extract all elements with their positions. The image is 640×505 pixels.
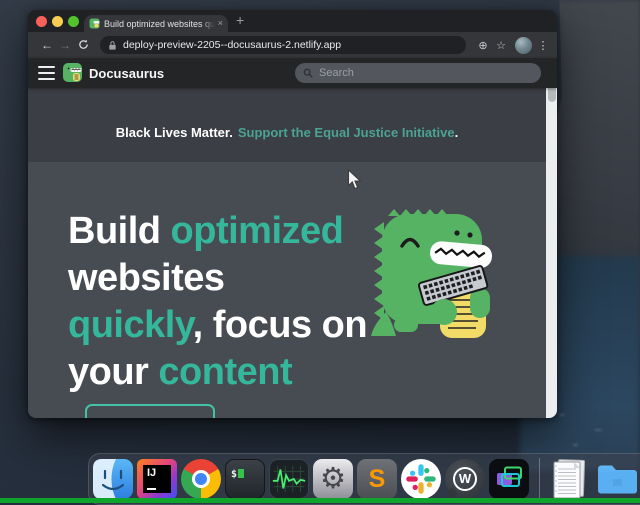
terminal-prompt: $ <box>231 469 237 480</box>
hero-text: websites <box>68 257 225 299</box>
search-placeholder: Search <box>319 67 354 79</box>
hero-get-started-button[interactable] <box>85 404 215 418</box>
hero-text-accent: content <box>158 351 292 393</box>
finder-icon <box>93 459 133 499</box>
docusaurus-favicon-icon <box>89 18 100 29</box>
hero-line-2: websites <box>68 255 367 302</box>
new-tab-button[interactable]: + <box>236 12 244 28</box>
dock-icon-chrome[interactable] <box>181 459 221 499</box>
intellij-inner: IJ <box>143 465 171 493</box>
displays-icon <box>489 459 529 499</box>
browser-toolbar: ← → deploy-preview-2205--docusaurus-2.ne… <box>28 32 557 58</box>
profile-avatar[interactable] <box>515 37 532 54</box>
hero-text: , focus on <box>193 304 367 346</box>
sublime-s-glyph: S <box>369 465 386 493</box>
hero-text-accent: optimized <box>171 210 344 252</box>
search-icon <box>303 68 313 78</box>
bookmark-star-icon[interactable]: ☆ <box>492 39 510 52</box>
gear-icon: ⚙ <box>320 463 346 495</box>
url-text: deploy-preview-2205--docusaurus-2.netlif… <box>123 39 341 51</box>
dock-icon-displays[interactable] <box>489 459 529 499</box>
terminal-cursor <box>238 469 244 478</box>
hero-text: Build <box>68 210 171 252</box>
dock-icon-sublime-text[interactable]: S <box>357 459 397 499</box>
gif-artifact-line <box>0 498 640 503</box>
zoom-level-icon[interactable]: ⊕ <box>474 39 492 52</box>
brand-title[interactable]: Docusaurus <box>89 66 164 81</box>
hero-text: your <box>68 351 158 393</box>
site-navbar: Docusaurus Search <box>28 58 557 88</box>
hamburger-menu-icon[interactable] <box>38 66 55 80</box>
page-content: Docusaurus Search Black Lives Matter. Su… <box>28 58 557 418</box>
chrome-menu-icon[interactable]: ⋮ <box>537 39 549 52</box>
close-window-button[interactable] <box>36 16 47 27</box>
lock-icon <box>108 40 117 51</box>
folder-icon <box>595 459 639 499</box>
docusaurus-dinosaur-illustration <box>368 204 496 338</box>
tab-strip: Build optimized websites quick × + <box>28 10 557 32</box>
dock-icon-terminal[interactable]: $ <box>225 459 265 499</box>
hero-text-accent: quickly <box>68 304 193 346</box>
browser-window: Build optimized websites quick × + ← → d… <box>28 10 557 418</box>
hero-line-4: your content <box>68 349 367 396</box>
hero-line-3: quickly, focus on <box>68 302 367 349</box>
intellij-underline <box>147 488 156 491</box>
hero-title: Build optimized websites quickly, focus … <box>68 208 367 396</box>
intellij-monogram: IJ <box>147 467 156 479</box>
dock-icon-activity-monitor[interactable] <box>269 459 309 499</box>
address-bar[interactable]: deploy-preview-2205--docusaurus-2.netlif… <box>100 36 466 54</box>
documents-icon <box>550 459 587 499</box>
wallpaper-foam <box>544 397 634 457</box>
page-scrollbar[interactable] <box>546 58 557 418</box>
desktop: Build optimized websites quick × + ← → d… <box>0 0 640 505</box>
dock-icon-folder[interactable] <box>595 459 639 499</box>
dock-icon-finder[interactable] <box>93 459 133 499</box>
dock-icon-system-preferences[interactable]: ⚙ <box>313 459 353 499</box>
minimize-window-button[interactable] <box>52 16 63 27</box>
activity-monitor-icon <box>270 460 308 498</box>
workplace-w-glyph: W <box>453 467 477 491</box>
browser-tab[interactable]: Build optimized websites quick × <box>84 15 228 32</box>
back-icon[interactable]: ← <box>38 39 56 51</box>
tab-close-icon[interactable]: × <box>218 19 223 28</box>
announcement-bar: Black Lives Matter. Support the Equal Ju… <box>28 88 546 162</box>
dock-separator <box>539 458 540 500</box>
announcement-link[interactable]: Support the Equal Justice Initiative <box>238 125 455 140</box>
reload-icon[interactable] <box>74 39 92 52</box>
dock-icon-intellij-idea[interactable]: IJ <box>137 459 177 499</box>
workplace-bubble-tail <box>446 487 457 498</box>
tab-title: Build optimized websites quick <box>104 19 215 29</box>
dock-icon-slack[interactable] <box>401 459 441 499</box>
announcement-suffix: . <box>455 125 459 140</box>
docusaurus-logo-icon[interactable] <box>62 62 83 83</box>
dock-icon-workplace-chat[interactable]: W <box>445 459 485 499</box>
hero-line-1: Build optimized <box>68 208 367 255</box>
dock-icon-documents[interactable] <box>550 459 587 499</box>
forward-icon[interactable]: → <box>56 39 74 51</box>
search-input[interactable]: Search <box>295 63 541 83</box>
slack-icon <box>401 459 441 499</box>
announcement-text: Black Lives Matter. <box>116 125 233 140</box>
mouse-cursor <box>347 169 362 191</box>
zoom-window-button[interactable] <box>68 16 79 27</box>
